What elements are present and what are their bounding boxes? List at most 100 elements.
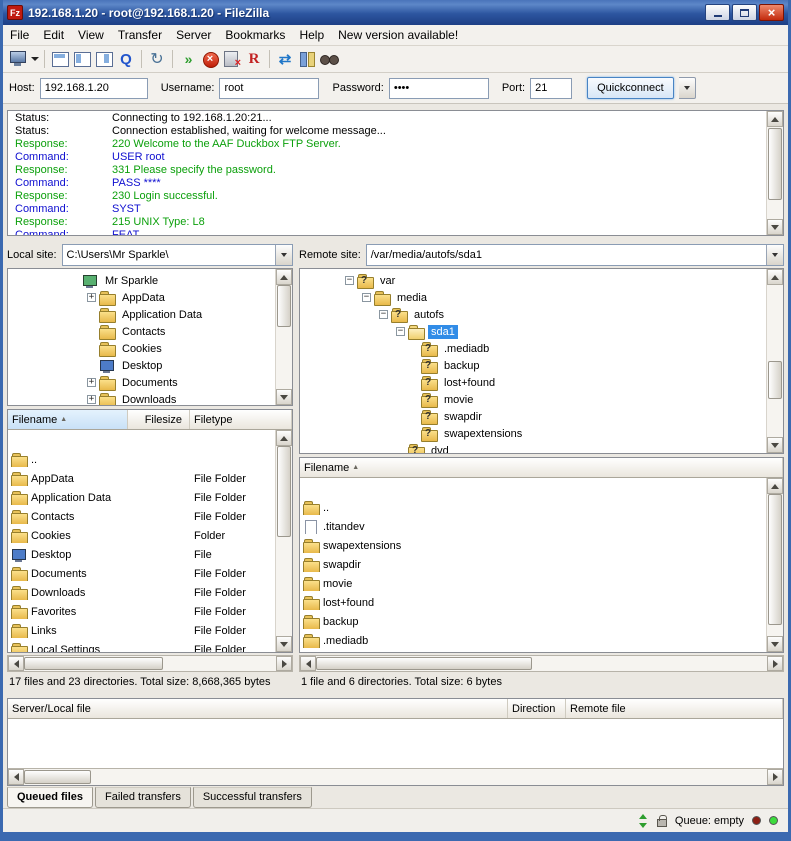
scroll-down-arrow[interactable] — [767, 636, 783, 652]
scroll-thumb[interactable] — [277, 285, 291, 327]
file-row[interactable]: Favorites File Folder — [8, 602, 275, 621]
tree-node[interactable]: Mr Sparkle — [8, 272, 275, 289]
scroll-up-arrow[interactable] — [767, 111, 783, 127]
file-row[interactable]: movie — [300, 574, 766, 593]
find-files-icon[interactable] — [318, 48, 340, 70]
host-input[interactable] — [40, 78, 148, 99]
menu-new-version[interactable]: New version available! — [331, 25, 465, 45]
tree-expander[interactable]: − — [379, 310, 388, 319]
file-row[interactable]: swapdir — [300, 555, 766, 574]
scroll-left-arrow[interactable] — [8, 769, 24, 785]
minimize-button[interactable] — [705, 4, 730, 21]
column-header-filename[interactable]: Filename▲ — [8, 410, 128, 429]
scroll-down-arrow[interactable] — [767, 219, 783, 235]
menu-bookmarks[interactable]: Bookmarks — [218, 25, 292, 45]
tree-node[interactable]: ? backup — [300, 357, 766, 374]
file-row[interactable]: Application Data File Folder — [8, 488, 275, 507]
file-row[interactable]: Cookies Folder — [8, 526, 275, 545]
quickconnect-button[interactable]: Quickconnect — [587, 77, 674, 99]
scroll-thumb[interactable] — [768, 494, 782, 625]
scroll-up-arrow[interactable] — [276, 430, 292, 446]
remote-site-dropdown-arrow[interactable] — [766, 245, 783, 265]
scroll-thumb[interactable] — [24, 657, 163, 670]
remote-site-combo[interactable]: /var/media/autofs/sda1 — [366, 244, 784, 266]
tree-expander[interactable]: − — [362, 293, 371, 302]
scroll-thumb[interactable] — [24, 770, 91, 784]
local-horizontal-scrollbar[interactable] — [7, 655, 293, 672]
scroll-thumb[interactable] — [768, 128, 782, 200]
menu-help[interactable]: Help — [292, 25, 331, 45]
menu-transfer[interactable]: Transfer — [111, 25, 169, 45]
disconnect-icon[interactable]: × — [221, 48, 243, 70]
scroll-up-arrow[interactable] — [767, 269, 783, 285]
tree-node[interactable]: Application Data — [8, 306, 275, 323]
username-input[interactable] — [219, 78, 319, 99]
maximize-button[interactable] — [732, 4, 757, 21]
tree-node[interactable]: + Downloads — [8, 391, 275, 405]
remote-horizontal-scrollbar[interactable] — [299, 655, 784, 672]
toggle-queue-icon[interactable]: Q — [115, 48, 137, 70]
directory-comparison-icon[interactable] — [296, 48, 318, 70]
column-header-server-local-file[interactable]: Server/Local file — [8, 699, 508, 718]
file-row[interactable]: lost+found — [300, 593, 766, 612]
tree-node[interactable]: Cookies — [8, 340, 275, 357]
file-row[interactable]: AppData File Folder — [8, 469, 275, 488]
local-tree-vertical-scrollbar[interactable] — [275, 269, 292, 405]
remote-tree-vertical-scrollbar[interactable] — [766, 269, 783, 453]
local-site-dropdown-arrow[interactable] — [275, 245, 292, 265]
scroll-up-arrow[interactable] — [276, 269, 292, 285]
scroll-thumb[interactable] — [768, 361, 782, 399]
tree-node[interactable]: + Documents — [8, 374, 275, 391]
file-row[interactable]: Contacts File Folder — [8, 507, 275, 526]
reconnect-icon[interactable]: R — [243, 48, 265, 70]
column-header-filesize[interactable]: Filesize — [128, 410, 190, 429]
file-row[interactable]: backup — [300, 612, 766, 631]
tree-expander[interactable]: + — [87, 293, 96, 302]
titlebar[interactable]: Fz 192.168.1.20 - root@192.168.1.20 - Fi… — [3, 0, 788, 25]
file-row[interactable]: .titandev — [300, 517, 766, 536]
tree-node[interactable]: ? dvd — [300, 442, 766, 453]
scroll-right-arrow[interactable] — [276, 656, 292, 671]
toggle-remote-tree-icon[interactable] — [93, 48, 115, 70]
scroll-down-arrow[interactable] — [767, 437, 783, 453]
column-header-filename[interactable]: Filename▲ — [300, 458, 783, 477]
file-row[interactable]: Downloads File Folder — [8, 583, 275, 602]
scroll-right-arrow[interactable] — [767, 656, 783, 671]
tree-node[interactable]: ? swapextensions — [300, 425, 766, 442]
toggle-message-log-icon[interactable] — [49, 48, 71, 70]
encryption-status-icon[interactable] — [657, 819, 667, 827]
tree-node[interactable]: ? movie — [300, 391, 766, 408]
file-row[interactable]: Local Settings File Folder — [8, 640, 275, 652]
tree-expander[interactable]: + — [87, 378, 96, 387]
synchronized-browsing-icon[interactable]: ⇄ — [274, 48, 296, 70]
log-vertical-scrollbar[interactable] — [766, 111, 783, 235]
remote-list-vertical-scrollbar[interactable] — [766, 478, 783, 652]
file-row[interactable]: Documents File Folder — [8, 564, 275, 583]
tree-node[interactable]: − sda1 — [300, 323, 766, 340]
menu-server[interactable]: Server — [169, 25, 218, 45]
site-manager-dropdown-arrow[interactable] — [29, 48, 40, 70]
scroll-up-arrow[interactable] — [767, 478, 783, 494]
close-button[interactable]: × — [759, 4, 784, 21]
scroll-down-arrow[interactable] — [276, 636, 292, 652]
tab-successful-transfers[interactable]: Successful transfers — [193, 787, 312, 808]
scroll-left-arrow[interactable] — [8, 656, 24, 671]
local-list-vertical-scrollbar[interactable] — [275, 430, 292, 652]
menu-view[interactable]: View — [71, 25, 111, 45]
scroll-thumb[interactable] — [316, 657, 532, 670]
column-header-direction[interactable]: Direction — [508, 699, 566, 718]
local-site-combo[interactable]: C:\Users\Mr Sparkle\ — [62, 244, 293, 266]
tree-node[interactable]: Contacts — [8, 323, 275, 340]
scroll-left-arrow[interactable] — [300, 656, 316, 671]
file-row[interactable]: .. — [300, 498, 766, 517]
tree-expander[interactable]: − — [396, 327, 405, 336]
scroll-right-arrow[interactable] — [767, 769, 783, 785]
cancel-icon[interactable]: × — [199, 48, 221, 70]
process-queue-icon[interactable]: » — [177, 48, 199, 70]
queue-horizontal-scrollbar[interactable] — [8, 768, 783, 785]
tree-node[interactable]: ? lost+found — [300, 374, 766, 391]
file-row[interactable]: swapextensions — [300, 536, 766, 555]
tree-node[interactable]: ? swapdir — [300, 408, 766, 425]
tree-node[interactable]: ? .mediadb — [300, 340, 766, 357]
menu-file[interactable]: File — [3, 25, 36, 45]
